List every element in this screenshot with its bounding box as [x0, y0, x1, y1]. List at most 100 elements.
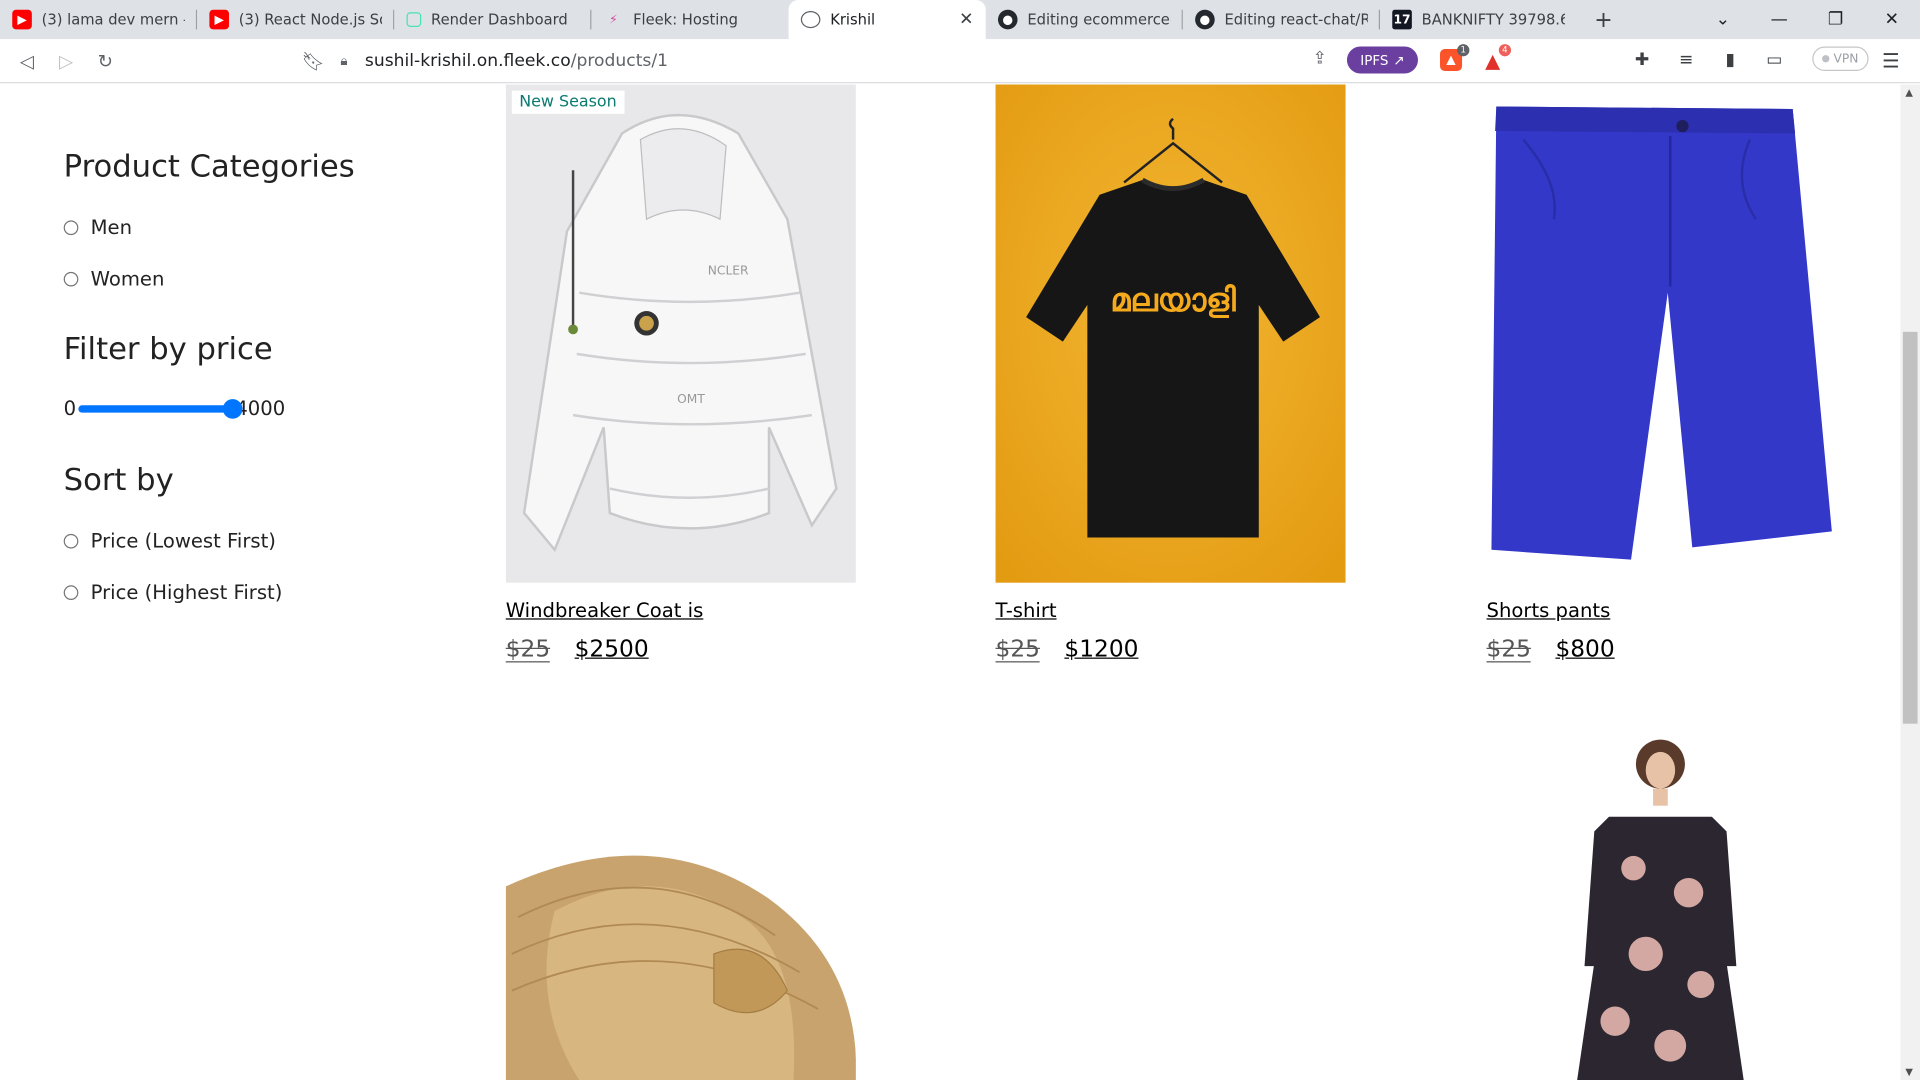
vpn-label: VPN [1833, 52, 1859, 66]
new-price: $800 [1555, 635, 1615, 663]
tab-youtube-2[interactable]: ▶ (3) React Node.js Socia [197, 0, 395, 39]
vpn-button[interactable]: VPN [1812, 46, 1869, 72]
new-price: $1200 [1064, 635, 1139, 663]
page-content: Product Categories Men Women Filter by p… [0, 84, 1901, 1080]
price-slider[interactable] [78, 398, 243, 419]
radio-button[interactable] [63, 584, 79, 600]
back-icon[interactable]: ◁ [7, 41, 46, 80]
option-label: Women [90, 266, 165, 291]
slider-thumb[interactable] [223, 398, 243, 419]
slider-fill [78, 404, 233, 413]
price-max-label: 4000 [235, 396, 286, 421]
tab-search-icon[interactable]: ⌄ [1695, 0, 1751, 39]
radio-button[interactable] [63, 271, 79, 286]
extensions-icon[interactable]: ✚ [1629, 47, 1656, 74]
forward-icon[interactable]: ▷ [47, 41, 86, 80]
option-label: Men [90, 215, 132, 239]
product-title[interactable]: T-shirt [996, 599, 1057, 622]
close-tab-icon[interactable]: ✕ [952, 10, 973, 30]
option-label: Price (Highest First) [90, 580, 283, 604]
categories-title: Product Categories [63, 148, 355, 184]
sort-option-lowest[interactable]: Price (Lowest First) [63, 528, 276, 553]
page-scrollbar[interactable]: ▲ ▼ [1900, 84, 1920, 1080]
old-price: $25 [995, 635, 1041, 663]
tab-label: BANKNIFTY 39798.65 ▲ [1421, 11, 1565, 29]
tab-fleek[interactable]: ⚡ Fleek: Hosting [591, 0, 788, 39]
minimize-button[interactable]: — [1751, 0, 1807, 39]
tab-render[interactable]: Render Dashboard [394, 0, 592, 39]
shirt-text: മലയാളി [1110, 281, 1236, 319]
vpn-status-icon [1822, 55, 1830, 63]
product-title[interactable]: Shorts pants [1487, 599, 1611, 622]
lock-icon: 🔒︎ [340, 52, 348, 69]
product-image-shorts[interactable] [1486, 84, 1837, 583]
tab-tradingview[interactable]: 17 BANKNIFTY 39798.65 ▲ [1380, 0, 1577, 39]
sort-title: Sort by [63, 461, 174, 498]
tab-youtube-1[interactable]: ▶ (3) lama dev mern - Yo [0, 0, 198, 39]
url-text[interactable]: sushil-krishil.on.fleek.co/products/1 [365, 51, 668, 71]
svg-text:NCLER: NCLER [708, 263, 749, 277]
product-image-tshirt[interactable]: മലയാളി [995, 84, 1346, 583]
scroll-up-icon[interactable]: ▲ [1905, 87, 1913, 98]
price-filter-title: Filter by price [63, 330, 273, 367]
share-icon[interactable]: ⇪ [1313, 49, 1327, 69]
product-prices: $25 $800 [1486, 635, 1615, 663]
tab-strip: ▶ (3) lama dev mern - Yo ▶ (3) React Nod… [0, 0, 1920, 40]
tab-label: Krishil [830, 11, 876, 29]
ipfs-button[interactable]: IPFS ↗ [1346, 46, 1418, 74]
product-prices: $25 $2500 [505, 635, 649, 663]
product-image-dress[interactable] [1486, 721, 1837, 1080]
new-price: $2500 [574, 635, 649, 663]
product-title[interactable]: Windbreaker Coat is [506, 599, 704, 622]
new-season-badge: New Season [511, 90, 625, 114]
wallet-icon[interactable]: ▭ [1761, 47, 1788, 74]
brave-rewards-icon[interactable]: ▲ 4 [1482, 44, 1512, 72]
svg-text:OMT: OMT [677, 392, 705, 406]
fleek-icon: ⚡ [609, 12, 618, 27]
old-price: $25 [505, 635, 551, 663]
product-image-jacket[interactable]: NCLER OMT New Season [505, 84, 856, 583]
brave-badge: 1 [1457, 44, 1470, 57]
rewards-badge: 4 [1498, 44, 1512, 57]
restore-button[interactable]: ❐ [1807, 0, 1863, 39]
tab-label: (3) React Node.js Socia [238, 11, 382, 29]
youtube-icon: ▶ [12, 9, 32, 30]
bookmark-icon[interactable]: 🔖︎ [294, 41, 333, 80]
tab-krishil[interactable]: Krishil ✕ [788, 0, 986, 40]
globe-icon [800, 11, 821, 29]
product-prices: $25 $1200 [995, 635, 1139, 663]
tab-github-2[interactable]: ● Editing react-chat/REA [1183, 0, 1381, 39]
tab-label: Editing ecommerce-kri [1027, 11, 1170, 29]
render-icon [406, 12, 422, 27]
close-window-button[interactable]: ✕ [1864, 0, 1920, 39]
radio-button[interactable] [63, 533, 79, 548]
tab-github-1[interactable]: ● Editing ecommerce-kri [986, 0, 1183, 39]
playlist-icon[interactable]: ≡ [1673, 47, 1700, 74]
ipfs-label: IPFS [1360, 52, 1389, 68]
address-bar[interactable]: 🔒︎ sushil-krishil.on.fleek.co/products/1 [340, 44, 1516, 78]
reload-icon[interactable]: ↻ [86, 41, 125, 80]
brave-shields-icon[interactable]: ▲ 1 [1440, 44, 1470, 72]
radio-button[interactable] [63, 219, 79, 235]
menu-icon[interactable]: ☰ [1882, 49, 1900, 72]
github-icon: ● [997, 9, 1018, 30]
tab-label: Editing react-chat/REA [1224, 11, 1368, 29]
price-min-label: 0 [63, 396, 77, 421]
category-option-women[interactable]: Women [63, 266, 165, 291]
category-option-men[interactable]: Men [63, 215, 132, 239]
new-tab-icon[interactable]: + [1585, 7, 1623, 33]
option-label: Price (Lowest First) [90, 528, 276, 553]
scroll-down-icon[interactable]: ▼ [1905, 1067, 1913, 1078]
external-link-icon: ↗ [1393, 52, 1405, 68]
github-icon: ● [1195, 9, 1215, 30]
sort-option-highest[interactable]: Price (Highest First) [63, 580, 283, 604]
sidebar-icon[interactable]: ▮ [1717, 47, 1744, 74]
product-image-hat[interactable] [505, 819, 856, 1080]
price-range: 0 4000 [64, 397, 286, 420]
tab-label: (3) lama dev mern - Yo [41, 11, 185, 29]
youtube-icon: ▶ [209, 9, 229, 30]
tab-label: Fleek: Hosting [633, 11, 738, 29]
tab-label: Render Dashboard [431, 11, 568, 29]
tradingview-icon: 17 [1392, 9, 1412, 30]
scrollbar-thumb[interactable] [1902, 331, 1918, 724]
